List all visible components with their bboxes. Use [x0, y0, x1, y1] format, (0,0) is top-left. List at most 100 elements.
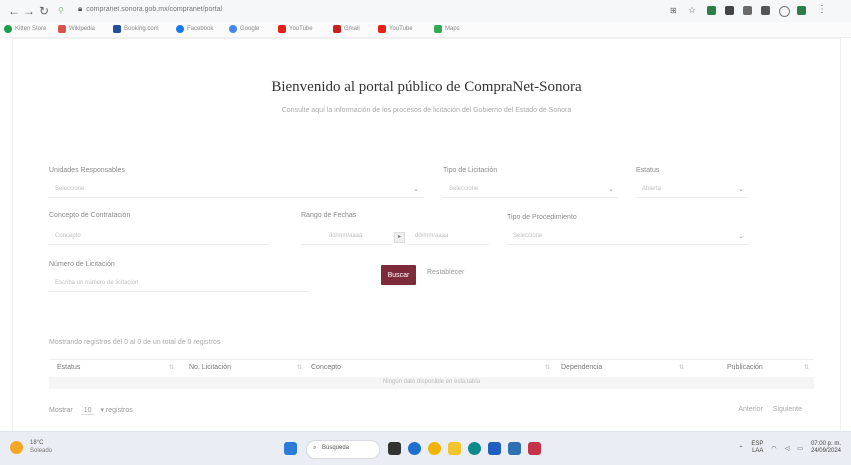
fecha-inicio-input[interactable]: dd/mm/aaaa: [301, 229, 391, 245]
next-button[interactable]: Siguiente: [773, 406, 802, 413]
app-red-icon[interactable]: [528, 442, 541, 455]
page-title: Bienvenido al portal público de CompraNe…: [271, 79, 582, 95]
star-icon[interactable]: ☆: [688, 5, 696, 16]
lang-text: ESP: [751, 441, 764, 447]
col-dependencia[interactable]: Dependencia: [561, 364, 602, 371]
fecha-inicio-value: dd/mm/aaaa: [329, 233, 363, 239]
col-licitacion[interactable]: No. Licitación: [189, 364, 231, 371]
install-icon[interactable]: ⊞: [670, 6, 677, 15]
site-info-icon[interactable]: ⚲: [58, 6, 64, 15]
system-tray: ⌃ ESP LAA ◠ ◁ ▭ 07:00 p. m. 24/09/2024: [738, 441, 841, 455]
language-indicator[interactable]: ESP LAA: [751, 441, 763, 455]
battery-icon[interactable]: ▭: [797, 445, 803, 452]
app-icon[interactable]: [468, 442, 481, 455]
extension-shield-icon[interactable]: [707, 6, 716, 15]
chevron-down-icon: ⌄: [738, 233, 744, 240]
bookmark-item[interactable]: YouTube: [278, 25, 313, 33]
bookmark-favicon-icon: [434, 25, 442, 33]
calendar-icon[interactable]: ▸: [394, 232, 405, 243]
empty-message: Ningún dato disponible en esta tabla: [382, 379, 481, 385]
bookmark-item[interactable]: Kitten Store: [4, 25, 46, 33]
concepto-input[interactable]: Concepto: [49, 229, 269, 245]
bookmark-label: Google: [240, 26, 260, 32]
back-icon[interactable]: ←: [8, 4, 20, 18]
col-publicacion[interactable]: Publicación: [727, 364, 763, 371]
browser-toolbar: ← → ↻ ⚲ 🔒︎ compranet.sonora.gob.mx/compra…: [0, 0, 851, 23]
show-label: Mostrar: [49, 407, 73, 414]
sort-icon[interactable]: ⇅: [297, 364, 302, 371]
forward-icon[interactable]: →: [23, 4, 35, 18]
bookmark-item[interactable]: Booking.com: [113, 25, 159, 33]
bookmark-item[interactable]: Gmail: [333, 25, 360, 33]
taskbar-search[interactable]: ⌕ Búsqueda: [306, 440, 380, 459]
word-icon[interactable]: [508, 442, 521, 455]
lock-icon: 🔒︎: [78, 4, 83, 13]
clear-button[interactable]: Restablecer: [427, 269, 464, 276]
profile-icon[interactable]: [779, 6, 790, 17]
chevron-up-icon[interactable]: ⌃: [738, 445, 743, 452]
search-icon: ⌕: [313, 445, 317, 451]
col-concepto[interactable]: Concepto: [311, 364, 341, 371]
tipo-select[interactable]: Seleccione ⌄: [443, 182, 618, 198]
bookmark-item[interactable]: Google: [229, 25, 259, 33]
bookmark-item[interactable]: YouTube: [378, 25, 413, 33]
file-explorer-icon[interactable]: [448, 442, 461, 455]
procedimiento-label: Tipo de Procedimiento: [507, 214, 577, 221]
search-label: Búsqueda: [322, 445, 350, 451]
bookmark-label: Facebook: [187, 26, 214, 32]
bookmark-item[interactable]: Maps: [434, 25, 460, 33]
sort-icon[interactable]: ⇅: [679, 364, 684, 371]
table-header: Estatus ⇅ No. Licitación ⇅ Concepto ⇅ De…: [49, 359, 814, 378]
page-size-control: Mostrar 10 ▾ registros: [49, 406, 133, 415]
bookmark-favicon-icon: [229, 25, 237, 33]
fecha-fin-value: dd/mm/aaaa: [415, 233, 449, 239]
pagination: Anterior Siguiente: [738, 406, 802, 413]
extension-icon[interactable]: [725, 6, 734, 15]
bookmark-label: Booking.com: [124, 26, 159, 32]
bookmark-favicon-icon: [176, 25, 184, 33]
procedimiento-select[interactable]: Seleccione ⌄: [507, 229, 748, 245]
fecha-fin-input[interactable]: dd/mm/aaaa: [409, 229, 489, 245]
address-bar[interactable]: 🔒︎ compranet.sonora.gob.mx/compranet/port…: [78, 4, 408, 18]
prev-button[interactable]: Anterior: [738, 406, 763, 413]
bookmark-favicon-icon: [113, 25, 121, 33]
edge-icon[interactable]: [408, 442, 421, 455]
reload-icon[interactable]: ↻: [39, 4, 49, 18]
chevron-down-icon: ⌄: [738, 186, 744, 193]
tipo-label: Tipo de Licitación: [443, 167, 498, 174]
wifi-icon[interactable]: ◠: [771, 445, 776, 452]
unidad-select[interactable]: Seleccione ⌄: [49, 182, 423, 198]
concepto-label: Concepto de Contratación: [49, 212, 131, 219]
sidebar-icon[interactable]: [761, 6, 770, 15]
page-size-select[interactable]: 10: [80, 407, 95, 415]
col-estatus[interactable]: Estatus: [57, 364, 80, 371]
time-text: 07:00 p. m.: [810, 441, 841, 447]
bookmark-item[interactable]: Wikipedia: [58, 25, 95, 33]
windows-start-icon[interactable]: [284, 442, 297, 455]
volume-icon[interactable]: ◁: [785, 445, 790, 452]
sort-icon[interactable]: ⇅: [804, 364, 809, 371]
procedimiento-value: Seleccione: [513, 233, 543, 239]
numero-input[interactable]: Escriba un número de licitación: [49, 276, 309, 292]
task-view-icon[interactable]: [388, 442, 401, 455]
chrome-icon[interactable]: [428, 442, 441, 455]
unidad-value: Seleccione: [55, 186, 85, 192]
clock[interactable]: 07:00 p. m. 24/09/2024: [811, 441, 841, 455]
date-text: 24/09/2024: [810, 448, 841, 454]
bookmark-item[interactable]: Facebook: [176, 25, 213, 33]
extension-green-icon[interactable]: [797, 6, 806, 15]
concepto-placeholder: Concepto: [55, 233, 81, 239]
weather-desc: Soleado: [30, 448, 53, 454]
menu-icon[interactable]: ⋮: [817, 4, 827, 15]
sort-icon[interactable]: ⇅: [169, 364, 174, 371]
bookmarks-bar: Kitten Store Wikipedia Booking.com Faceb…: [0, 22, 851, 38]
bookmark-label: Wikipedia: [69, 26, 96, 32]
store-icon[interactable]: [488, 442, 501, 455]
estatus-select[interactable]: Abierta ⌄: [636, 182, 748, 198]
weather-temp: 18°C: [30, 440, 44, 446]
search-button[interactable]: Buscar: [381, 265, 416, 285]
bookmark-label: Maps: [445, 26, 460, 32]
sort-icon[interactable]: ⇅: [545, 364, 550, 371]
puzzle-icon[interactable]: [743, 6, 752, 15]
bookmark-favicon-icon: [4, 25, 12, 33]
